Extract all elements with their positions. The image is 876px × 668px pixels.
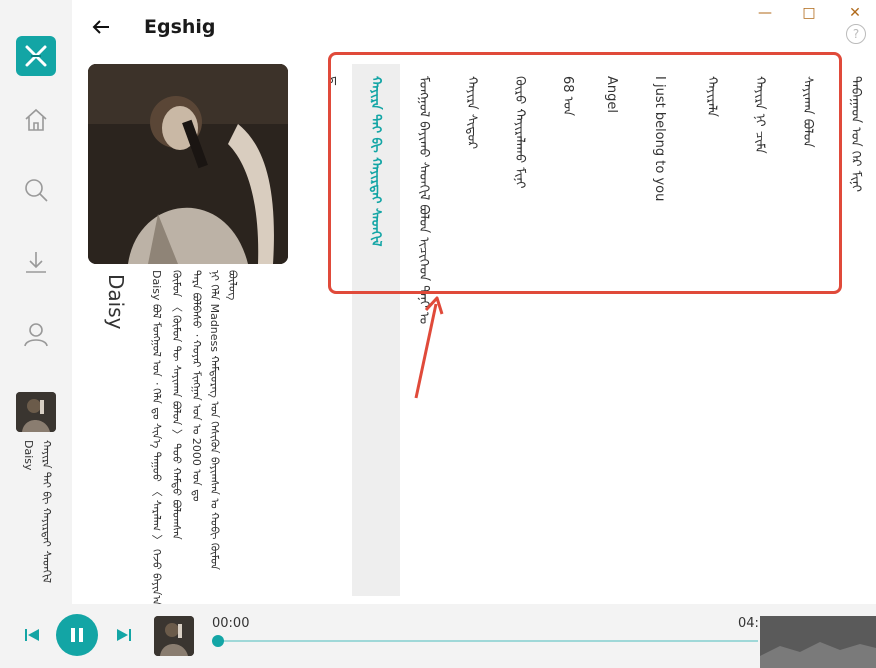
maximize-button[interactable]: □	[796, 4, 822, 22]
track-label: ᠬᠠᠶᠢᠷᠠ ᠲᠠᠢ ᠪᠢ ᠬᠠᠶᠢᠷᠲᠠᠢ ᠰᠡᠳᠬᠢᠯ	[368, 76, 383, 247]
artist-bio-line-3: ᠲᠡᠷᠡ ᠪᠣᠯᠪᠠᠰᠤ ᠂ ᠬᠣᠶᠠᠷ ᠮᠢᠩᠭᠠᠨ ᠣᠨ ᠤ 2000 ᠣᠨ…	[190, 270, 204, 502]
time-total: 04:	[738, 616, 759, 631]
artist-name: Daisy	[104, 274, 128, 330]
close-button[interactable]: ✕	[842, 4, 868, 22]
annotation-arrow-icon	[414, 296, 444, 399]
player-thumbnail	[154, 616, 194, 656]
next-button[interactable]	[114, 624, 134, 646]
track-label: ᠬᠠᠶᠢᠷᠠᠯᠠ	[704, 76, 719, 117]
logo-icon	[25, 45, 47, 67]
now-playing-thumbnail[interactable]	[16, 392, 56, 432]
player-bar: 00:00 04:	[0, 604, 876, 668]
home-icon[interactable]	[20, 104, 52, 136]
track-label: ᠬᠠᠶᠢᠷᠠ ᠰᠢᠳᠦᠷ	[464, 76, 479, 150]
artist-cover-image	[88, 64, 288, 264]
track-label: 68 ᠣᠨ	[560, 76, 575, 117]
artist-bio-line-1: ᠪᠦᠯᠦᠭ	[226, 270, 240, 301]
now-playing-artist: Daisy	[22, 440, 35, 471]
left-rail: Daisy ᠬᠠᠶᠢᠷᠠ ᠲᠠᠢ ᠪᠢ ᠬᠠᠶᠢᠷᠲᠠᠢ ᠰᠡᠳᠬᠢᠯ	[0, 0, 72, 604]
track-item[interactable]: Angel ⋮	[592, 64, 640, 627]
download-icon[interactable]	[20, 246, 52, 278]
track-partial-label: ᠳ	[326, 76, 341, 86]
track-item[interactable]: ᠬᠠᠶᠢᠷᠠ ᠲᠠᠢ ᠪᠢ ᠬᠠᠶᠢᠷᠲᠠᠢ ᠰᠡᠳᠬᠢᠯ ⋮	[352, 64, 400, 627]
track-item[interactable]: ᠰᠠᠶᠢᠬᠠᠨ ᠪᠣᠯᠣᠨ ⋮	[784, 64, 832, 627]
track-item[interactable]: I just belong to you ⋮	[640, 64, 688, 627]
artist-bio-line-4: ᠬᠦᠮᠦᠨ 〈 ᠬᠦᠮᠦᠨ ᠲᠦ ᠰᠠᠶᠢᠬᠠᠨ ᠪᠣᠯᠤᠨ 〉 ᠳᠤᠤ ᠬᠠᠮ…	[170, 270, 184, 540]
help-button[interactable]: ?	[846, 24, 866, 44]
previous-button[interactable]	[22, 624, 42, 646]
video-preview	[760, 616, 876, 668]
track-item[interactable]: ᠬᠠᠶᠢᠷᠠᠯᠠ ⋮	[688, 64, 736, 627]
track-label: ᠰᠠᠶᠢᠬᠠᠨ ᠪᠣᠯᠣᠨ	[800, 76, 815, 148]
track-label: ᠬᠦᠷᠦ ᠬᠠᠶᠢᠷᠠᠯᠠᠬᠤ ᠮᠢᠨᠢ	[512, 76, 527, 189]
track-item[interactable]: ᠬᠠᠶᠢᠷᠠ ᠨᠢ ᠴᠢᠮᠠ ⋮	[736, 64, 784, 627]
pause-button[interactable]	[56, 614, 98, 656]
progress-track[interactable]	[218, 640, 758, 642]
track-label: ᠲᠠᠪᠠᠭᠠᠳ ᠤᠨ ᠭᠡᠷ ᠮᠢᠨᠢ	[848, 76, 863, 192]
skip-next-icon	[117, 629, 131, 641]
back-button[interactable]	[88, 14, 114, 40]
pause-icon	[71, 628, 83, 642]
minimize-button[interactable]: —	[752, 4, 778, 22]
track-label: Angel	[604, 76, 619, 113]
track-item[interactable]: 68 ᠣᠨ ⋮	[544, 64, 592, 627]
track-label: I just belong to you	[652, 76, 667, 202]
track-item[interactable]: ᠲᠠᠪᠠᠭᠠᠳ ᠤᠨ ᠭᠡᠷ ᠮᠢᠨᠢ ⋮	[832, 64, 876, 627]
artist-bio-line-5: Daisy ᠪᠣᠯ ᠮᠣᠩᠭᠣᠯ ᠤᠨ ᠂ ᠬᠡᠯᠡ ᠳᠤ ᠰᠢᠨ᠎ᠡ ᠳᠠᠭᠤ…	[150, 270, 164, 606]
arrow-left-icon	[92, 20, 109, 34]
track-label: ᠬᠠᠶᠢᠷᠠ ᠨᠢ ᠴᠢᠮᠠ	[752, 76, 767, 154]
track-item[interactable]: ᠬᠦᠷᠦ ᠬᠠᠶᠢᠷᠠᠯᠠᠬᠤ ᠮᠢᠨᠢ ⋮	[496, 64, 544, 627]
search-icon[interactable]	[20, 174, 52, 206]
app-logo[interactable]	[16, 36, 56, 76]
time-current: 00:00	[212, 616, 250, 631]
user-icon[interactable]	[20, 318, 52, 350]
artist-bio-line-2: ᠨᠢ ᠬᠡᠯᠡ Madness ᠬᠠᠮᠲᠦᠷᠡᠭ ᠤᠨ ᠭᠡᠰᠢᠭᠦᠨ ᠪᠠᠶᠢ…	[208, 270, 222, 570]
progress-handle[interactable]	[212, 635, 224, 647]
track-label: ᠮᠣᠩᠭᠣᠯ ᠪᠠᠶᠢᠬᠤ ᠰᠡᠳᠬᠢᠯ ᠪᠣᠯᠤᠨ ᠢᠴᠢᠭᠡᠳ ᠲᠠᠨᠢ ᠤ	[416, 76, 431, 325]
page-title: Egshig	[144, 16, 216, 38]
track-partial[interactable]: ᠳ ⋮	[318, 64, 342, 627]
skip-previous-icon	[25, 629, 39, 641]
now-playing-mini-text: Daisy ᠬᠠᠶᠢᠷᠠ ᠲᠠᠢ ᠪᠢ ᠬᠠᠶᠢᠷᠲᠠᠢ ᠰᠡᠳᠬᠢᠯ	[22, 440, 53, 590]
now-playing-title: ᠬᠠᠶᠢᠷᠠ ᠲᠠᠢ ᠪᠢ ᠬᠠᠶᠢᠷᠲᠠᠢ ᠰᠡᠳᠬᠢᠯ	[40, 440, 53, 583]
